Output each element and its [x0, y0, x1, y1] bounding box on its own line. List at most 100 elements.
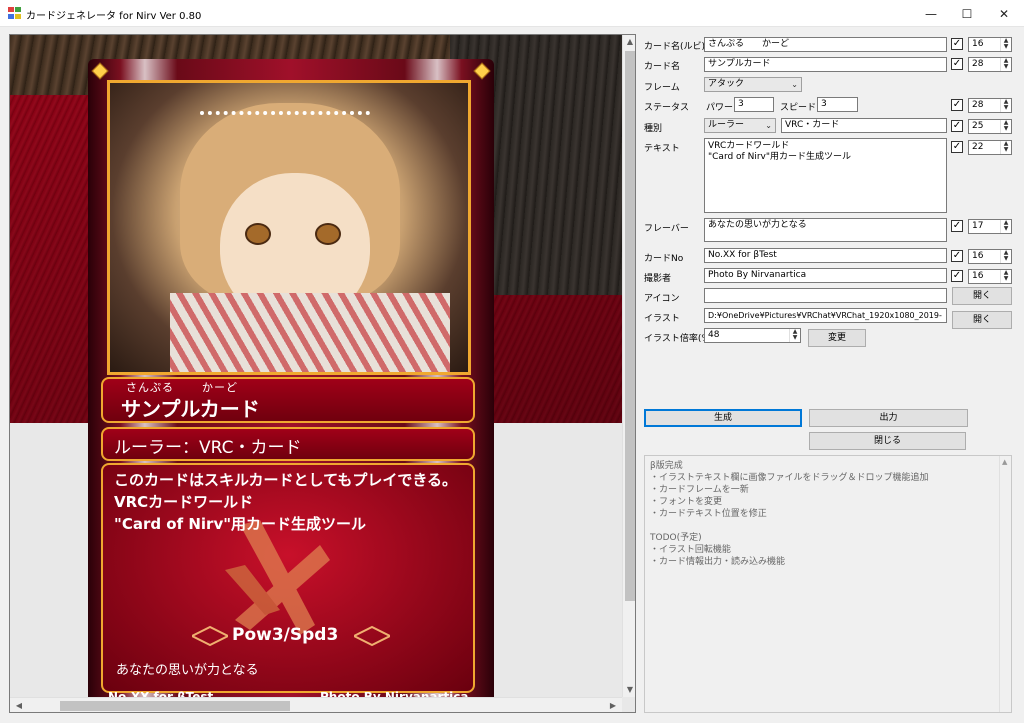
- character-eye-right: [315, 223, 341, 245]
- kind-sub-input[interactable]: VRC・カード: [781, 118, 947, 133]
- stepper-arrows-icon[interactable]: ▲ ▼: [1000, 270, 1011, 283]
- icon-path-input[interactable]: [704, 288, 947, 303]
- power-input[interactable]: 3: [734, 97, 774, 112]
- status-checkbox[interactable]: ✓: [951, 99, 963, 111]
- status-size-value: 28: [972, 100, 984, 110]
- changelog-text: β版完成 ・イラストテキスト欄に画像ファイルをドラッグ＆ドロップ機能追加 ・カー…: [650, 461, 929, 567]
- output-button[interactable]: 出力: [809, 409, 968, 427]
- flavor-input[interactable]: あなたの思いが力となる: [704, 218, 947, 242]
- scroll-up-icon[interactable]: ▲: [623, 37, 635, 46]
- ruby-input[interactable]: さんぷる かーど: [704, 37, 947, 52]
- maximize-button[interactable]: ☐: [948, 0, 986, 27]
- scroll-left-icon[interactable]: ◀: [12, 701, 26, 710]
- card-flavor: あなたの思いが力となる: [116, 663, 259, 678]
- stepper-arrows-icon[interactable]: ▲ ▼: [1000, 250, 1011, 263]
- kind-select-value: ルーラー: [708, 120, 745, 130]
- kind-label: 種別: [644, 124, 663, 134]
- ruby-checkbox[interactable]: ✓: [951, 38, 963, 50]
- vertical-scroll-thumb[interactable]: [625, 51, 635, 601]
- frame-label: フレーム: [644, 83, 680, 93]
- photographer-size-stepper[interactable]: 16 ▲ ▼: [968, 269, 1012, 284]
- close-button[interactable]: 閉じる: [809, 432, 966, 450]
- card-name: サンプルカード: [121, 397, 260, 421]
- title-bar: カードジェネレータ for Nirv Ver 0.80 — ☐ ✕: [0, 0, 1024, 27]
- kind-size-stepper[interactable]: 25 ▲ ▼: [968, 119, 1012, 134]
- stepper-arrows-icon[interactable]: ▲ ▼: [1000, 58, 1011, 71]
- stepper-arrows-icon[interactable]: ▲ ▼: [1000, 141, 1011, 154]
- stepper-arrows-icon[interactable]: ▲ ▼: [1000, 99, 1011, 112]
- icon-open-button[interactable]: 開く: [952, 287, 1012, 305]
- scale-stepper[interactable]: 48 ▲ ▼: [704, 328, 801, 343]
- window-title: カードジェネレータ for Nirv Ver 0.80: [26, 11, 202, 22]
- text-size-stepper[interactable]: 22 ▲ ▼: [968, 140, 1012, 155]
- photographer-input[interactable]: Photo By Nirvanartica: [704, 268, 947, 283]
- illust-label: イラスト: [644, 314, 680, 324]
- card-no-size-value: 16: [972, 251, 984, 261]
- ruby-size-value: 16: [972, 39, 984, 49]
- illust-open-button[interactable]: 開く: [952, 311, 1012, 329]
- text-textarea[interactable]: VRCカードワールド "Card of Nirv"用カード生成ツール: [704, 138, 947, 213]
- preview-horizontal-scrollbar[interactable]: ◀ ▶: [10, 697, 622, 712]
- status-size-stepper[interactable]: 28 ▲ ▼: [968, 98, 1012, 113]
- kind-checkbox[interactable]: ✓: [951, 120, 963, 132]
- card-no-input[interactable]: No.XX for βTest: [704, 248, 947, 263]
- name-size-stepper[interactable]: 28 ▲ ▼: [968, 57, 1012, 72]
- chevron-down-icon: ⌄: [791, 80, 798, 89]
- flavor-size-stepper[interactable]: 17 ▲ ▼: [968, 219, 1012, 234]
- preview-vertical-scrollbar[interactable]: ▲ ▼: [622, 35, 635, 697]
- scroll-up-icon[interactable]: ▲: [1002, 456, 1007, 468]
- card-stats: Pow3/Spd3: [232, 625, 339, 645]
- character-eye-left: [245, 223, 271, 245]
- scale-apply-button[interactable]: 変更: [808, 329, 866, 347]
- speed-label: スピード: [780, 103, 817, 113]
- chevron-down-icon: ⌄: [765, 121, 772, 130]
- illust-path-input[interactable]: D:¥OneDrive¥Pictures¥VRChat¥VRChat_1920x…: [704, 308, 947, 323]
- card-preview-panel[interactable]: さんぷる かーど サンプルカード ルーラー：VRC・カード このカードはスキルカー…: [9, 34, 636, 713]
- horizontal-scroll-thumb[interactable]: [60, 701, 290, 711]
- frame-select-value: アタック: [708, 79, 745, 89]
- changelog-scrollbar[interactable]: ▲: [999, 456, 1011, 712]
- status-label: ステータス: [644, 103, 690, 113]
- minimize-button[interactable]: —: [912, 0, 950, 27]
- scale-value: 48: [708, 330, 720, 340]
- close-window-button[interactable]: ✕: [985, 0, 1023, 27]
- character-kimono: [170, 293, 450, 372]
- photographer-checkbox[interactable]: ✓: [951, 270, 963, 282]
- text-label: テキスト: [644, 144, 680, 154]
- character-headdress: [200, 111, 370, 129]
- stats-ornament-left-icon: [192, 625, 228, 647]
- card-no-checkbox[interactable]: ✓: [951, 250, 963, 262]
- changelog-textbox[interactable]: β版完成 ・イラストテキスト欄に画像ファイルをドラッグ＆ドロップ機能追加 ・カー…: [644, 455, 1012, 713]
- kind-size-value: 25: [972, 121, 984, 131]
- name-size-value: 28: [972, 59, 984, 69]
- power-label: パワー: [706, 103, 734, 113]
- ruby-size-stepper[interactable]: 16 ▲ ▼: [968, 37, 1012, 52]
- card-illustration: [107, 80, 471, 375]
- scroll-down-icon[interactable]: ▼: [623, 685, 635, 694]
- flavor-size-value: 17: [972, 221, 984, 231]
- photographer-label: 撮影者: [644, 274, 672, 284]
- stepper-arrows-icon[interactable]: ▲ ▼: [1000, 38, 1011, 51]
- icon-label: アイコン: [644, 294, 680, 304]
- stepper-arrows-icon[interactable]: ▲ ▼: [789, 329, 800, 342]
- name-label: カード名: [644, 62, 681, 72]
- name-input[interactable]: サンプルカード: [704, 57, 947, 72]
- frame-select[interactable]: アタック ⌄: [704, 77, 802, 92]
- stepper-arrows-icon[interactable]: ▲ ▼: [1000, 220, 1011, 233]
- text-size-value: 22: [972, 142, 984, 152]
- app-icon: [8, 7, 21, 19]
- photographer-size-value: 16: [972, 271, 984, 281]
- ruby-label: カード名(ルビ): [644, 42, 706, 52]
- flavor-label: フレーバー: [644, 224, 689, 234]
- speed-input[interactable]: 3: [817, 97, 858, 112]
- card-no-size-stepper[interactable]: 16 ▲ ▼: [968, 249, 1012, 264]
- name-checkbox[interactable]: ✓: [951, 58, 963, 70]
- text-checkbox[interactable]: ✓: [951, 141, 963, 153]
- stepper-arrows-icon[interactable]: ▲ ▼: [1000, 120, 1011, 133]
- flavor-checkbox[interactable]: ✓: [951, 220, 963, 232]
- kind-select[interactable]: ルーラー ⌄: [704, 118, 776, 133]
- card-type-line: ルーラー：VRC・カード: [114, 438, 302, 458]
- generate-button[interactable]: 生成: [644, 409, 802, 427]
- stats-ornament-right-icon: [354, 625, 390, 647]
- scroll-right-icon[interactable]: ▶: [606, 701, 620, 710]
